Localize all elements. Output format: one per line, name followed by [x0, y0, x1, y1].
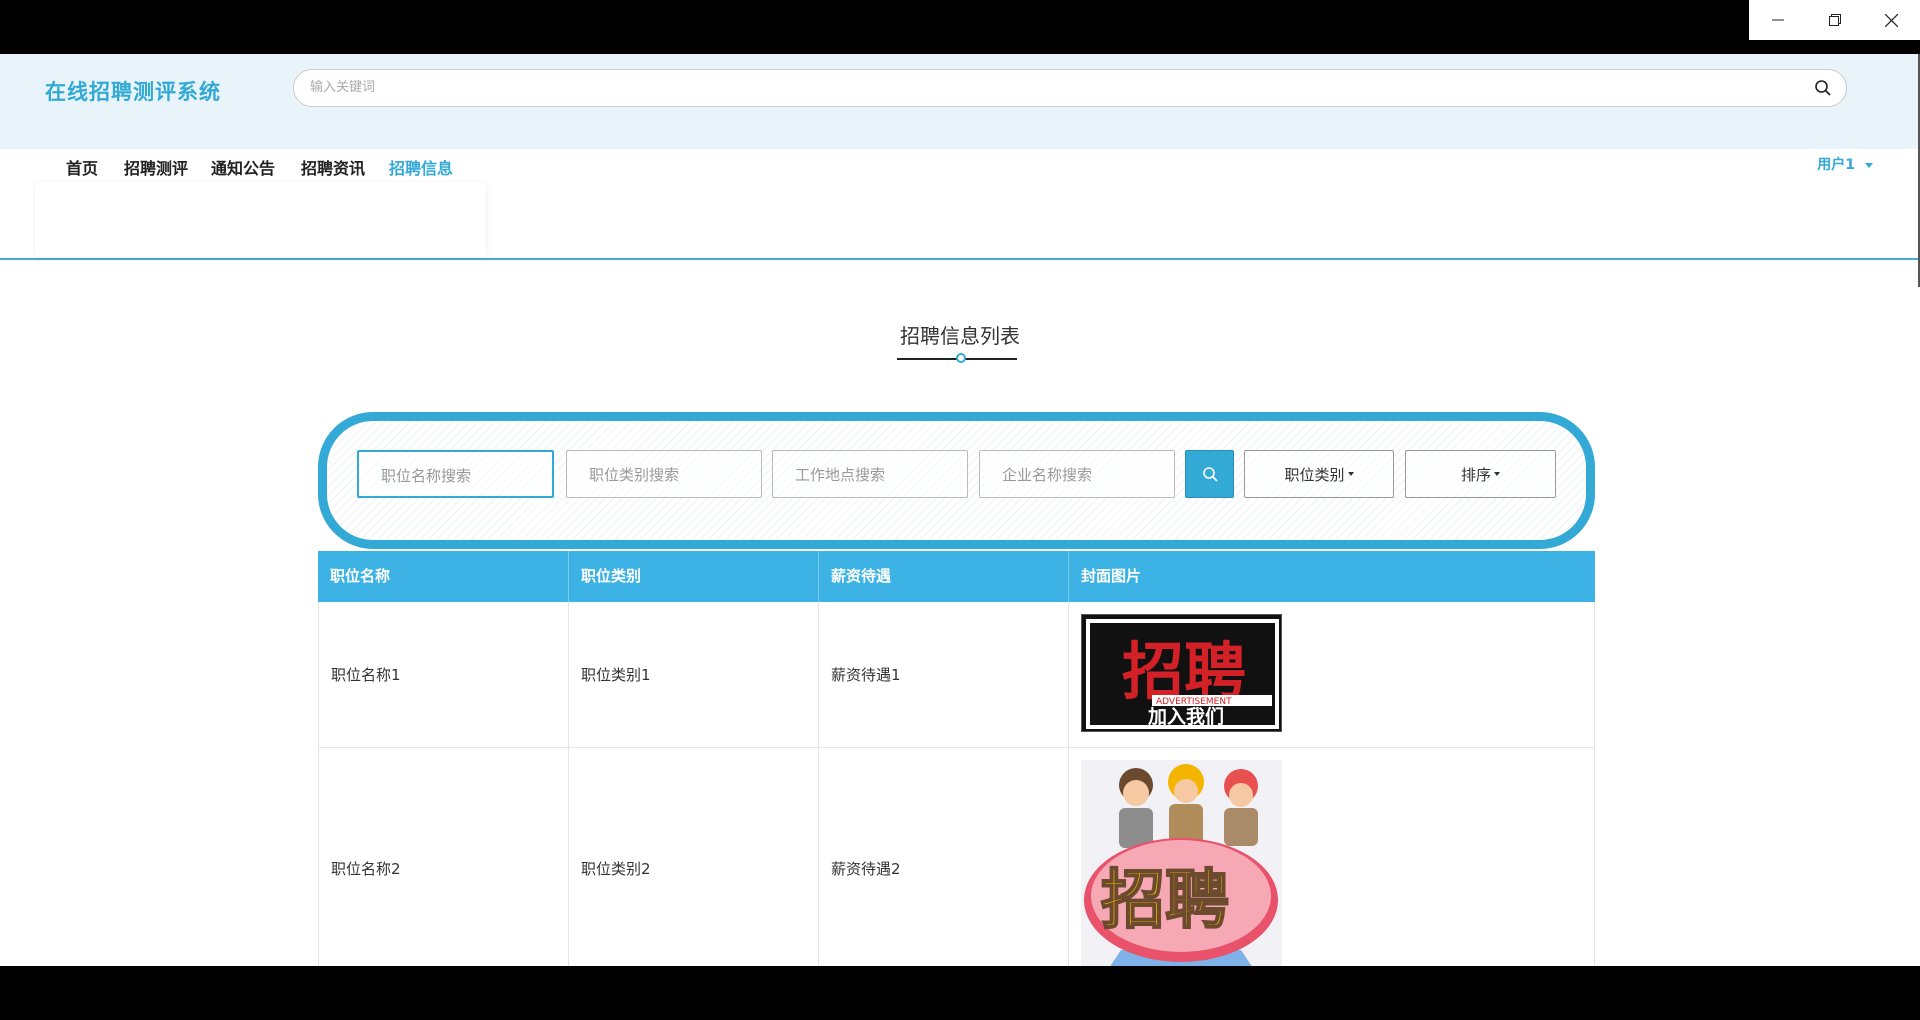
close-button[interactable]: [1863, 0, 1920, 40]
title-dot: [956, 353, 966, 363]
navbar-divider: [0, 258, 1920, 260]
column-header: 职位名称: [318, 551, 569, 602]
nav-item-notices[interactable]: 通知公告: [211, 155, 275, 179]
category-dropdown[interactable]: 职位类别: [1244, 450, 1394, 498]
search-icon[interactable]: [1814, 79, 1832, 97]
position-type-field: [566, 450, 762, 498]
caret-down-icon: [1347, 472, 1354, 476]
location-field: [772, 450, 968, 498]
cover-cell: 招聘 ADVERTISEMENT 加入我们: [1069, 602, 1594, 747]
cover-cell: 招聘: [1069, 748, 1594, 966]
sort-dropdown[interactable]: 排序: [1405, 450, 1556, 498]
column-header: 职位类别: [569, 551, 819, 602]
cover-image[interactable]: 招聘 ADVERTISEMENT 加入我们: [1081, 614, 1282, 732]
caret-down-icon: [1494, 472, 1500, 476]
browser-viewport: 在线招聘测评系统 首页 招聘测评 通知公告 招聘资讯 招聘信息 用户1 招聘信息…: [0, 54, 1920, 966]
top-search-input[interactable]: [308, 79, 1792, 96]
user-name: 用户1: [1817, 157, 1855, 173]
nav-item-recruit-info[interactable]: 招聘信息: [389, 155, 453, 179]
table-header: 职位名称 职位类别 薪资待遇 封面图片: [318, 551, 1595, 602]
search-icon: [1203, 467, 1218, 482]
category-dropdown-label: 职位类别: [1284, 465, 1345, 484]
location-input[interactable]: [793, 465, 957, 485]
filter-search-button[interactable]: [1185, 450, 1234, 498]
restore-button[interactable]: [1806, 0, 1863, 40]
company-field: [979, 450, 1175, 498]
position-name-cell: 职位名称1: [319, 602, 569, 747]
minimize-button[interactable]: [1749, 0, 1806, 40]
sort-dropdown-label: 排序: [1460, 465, 1491, 484]
window-controls: [1749, 0, 1920, 40]
window-titlebar: [0, 0, 1920, 54]
page-title: 招聘信息列表: [900, 324, 1020, 348]
position-type-cell: 职位类别1: [569, 602, 819, 747]
nav-item-home[interactable]: 首页: [66, 155, 98, 179]
salary-cell: 薪资待遇1: [819, 602, 1069, 747]
salary-cell: 薪资待遇2: [819, 748, 1069, 966]
cover-title: 招聘: [1101, 864, 1229, 938]
company-input[interactable]: [1000, 465, 1164, 485]
position-type-input[interactable]: [587, 465, 751, 485]
nav-item-recruit-news[interactable]: 招聘资讯: [301, 155, 365, 179]
position-name-field: [357, 450, 554, 498]
bottom-letterbox: [0, 966, 1920, 1020]
user-menu[interactable]: 用户1: [1817, 154, 1873, 174]
close-icon: [1885, 13, 1898, 27]
restore-icon: [1828, 14, 1841, 26]
position-type-cell: 职位类别2: [569, 748, 819, 966]
column-header: 薪资待遇: [819, 551, 1069, 602]
cover-join: 加入我们: [1147, 705, 1224, 728]
table-row[interactable]: 职位名称1 职位类别1 薪资待遇1 招聘 ADVERTISEMENT 加入我们: [318, 602, 1595, 748]
position-name-cell: 职位名称2: [319, 748, 569, 966]
minimize-icon: [1771, 19, 1784, 21]
column-header: 封面图片: [1081, 567, 1142, 585]
nav-item-recruit-test[interactable]: 招聘测评: [124, 155, 188, 179]
site-brand[interactable]: 在线招聘测评系统: [45, 76, 221, 106]
recruit-cartoon-image: 招聘: [1081, 760, 1282, 966]
nav-card: [35, 182, 486, 257]
header-band: 在线招聘测评系统: [0, 54, 1920, 149]
position-name-input[interactable]: [379, 466, 543, 486]
cover-image[interactable]: 招聘: [1081, 760, 1282, 966]
table-row[interactable]: 职位名称2 职位类别2 薪资待遇2 招聘: [318, 748, 1595, 966]
top-search-box: [293, 69, 1847, 107]
recruit-banner-image: 招聘 ADVERTISEMENT 加入我们: [1082, 615, 1281, 731]
caret-down-icon: [1865, 162, 1873, 168]
